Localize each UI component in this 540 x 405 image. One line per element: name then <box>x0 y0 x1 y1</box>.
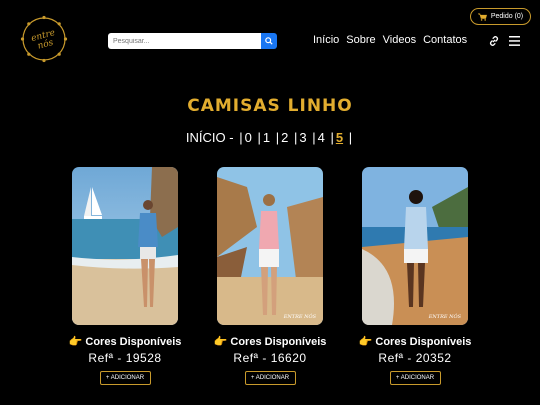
page-link-4[interactable]: 4 <box>318 130 325 145</box>
search-input[interactable] <box>108 33 261 49</box>
page-link-2[interactable]: 2 <box>281 130 288 145</box>
nav-videos[interactable]: Videos <box>383 34 416 46</box>
product-photo[interactable]: ENTRE NÓS <box>362 167 468 325</box>
nav-inicio[interactable]: Início <box>313 34 339 46</box>
nav-contatos[interactable]: Contatos <box>423 34 467 46</box>
page-link-1[interactable]: 1 <box>263 130 270 145</box>
page-link-5-current[interactable]: 5 <box>336 130 343 145</box>
colors-available[interactable]: 👉 Cores Disponíveis <box>55 335 195 348</box>
product-photo[interactable] <box>72 167 178 325</box>
brand-logo[interactable]: entre nós <box>19 14 69 64</box>
page-title: CAMISAS LINHO <box>187 96 353 116</box>
pagination: INÍCIO - | 0 | 1 | 2 | 3 | 4 | 5 | <box>185 130 353 145</box>
nav-sobre[interactable]: Sobre <box>346 34 375 46</box>
add-to-order-button[interactable]: + ADICIONAR <box>244 371 296 385</box>
colors-available[interactable]: 👉 Cores Disponíveis <box>345 335 485 348</box>
watermark: ENTRE NÓS <box>283 314 316 320</box>
product-ref: Refª - 16620 <box>233 351 307 365</box>
page-link-0[interactable]: 0 <box>245 130 252 145</box>
search-icon <box>265 37 273 45</box>
main-nav: Início Sobre Videos Contatos <box>313 34 467 46</box>
product-card: 👉 Cores Disponíveis Refª - 19528 + ADICI… <box>69 167 181 385</box>
order-button[interactable]: Pedido (0) <box>470 8 531 25</box>
link-icon[interactable] <box>488 35 500 47</box>
cart-icon <box>477 13 487 21</box>
search-bar <box>108 33 277 49</box>
colors-label: Cores Disponíveis <box>85 336 182 348</box>
page-link-3[interactable]: 3 <box>299 130 306 145</box>
colors-available[interactable]: 👉 Cores Disponíveis <box>200 335 340 348</box>
colors-label: Cores Disponíveis <box>375 336 472 348</box>
order-label: Pedido (0) <box>490 13 524 20</box>
pager-start[interactable]: INÍCIO - <box>186 130 234 145</box>
watermark: ENTRE NÓS <box>428 314 461 320</box>
product-photo[interactable]: ENTRE NÓS <box>217 167 323 325</box>
add-to-order-button[interactable]: + ADICIONAR <box>389 371 441 385</box>
product-card: ENTRE NÓS 👉 Cores Disponíveis Refª - 203… <box>359 167 471 385</box>
product-ref: Refª - 20352 <box>378 351 452 365</box>
add-to-order-button[interactable]: + ADICIONAR <box>99 371 151 385</box>
colors-label: Cores Disponíveis <box>230 336 327 348</box>
menu-icon[interactable] <box>509 36 520 46</box>
search-button[interactable] <box>261 33 277 49</box>
product-ref: Refª - 19528 <box>88 351 162 365</box>
product-card: ENTRE NÓS 👉 Cores Disponíveis Refª - 166… <box>214 167 326 385</box>
